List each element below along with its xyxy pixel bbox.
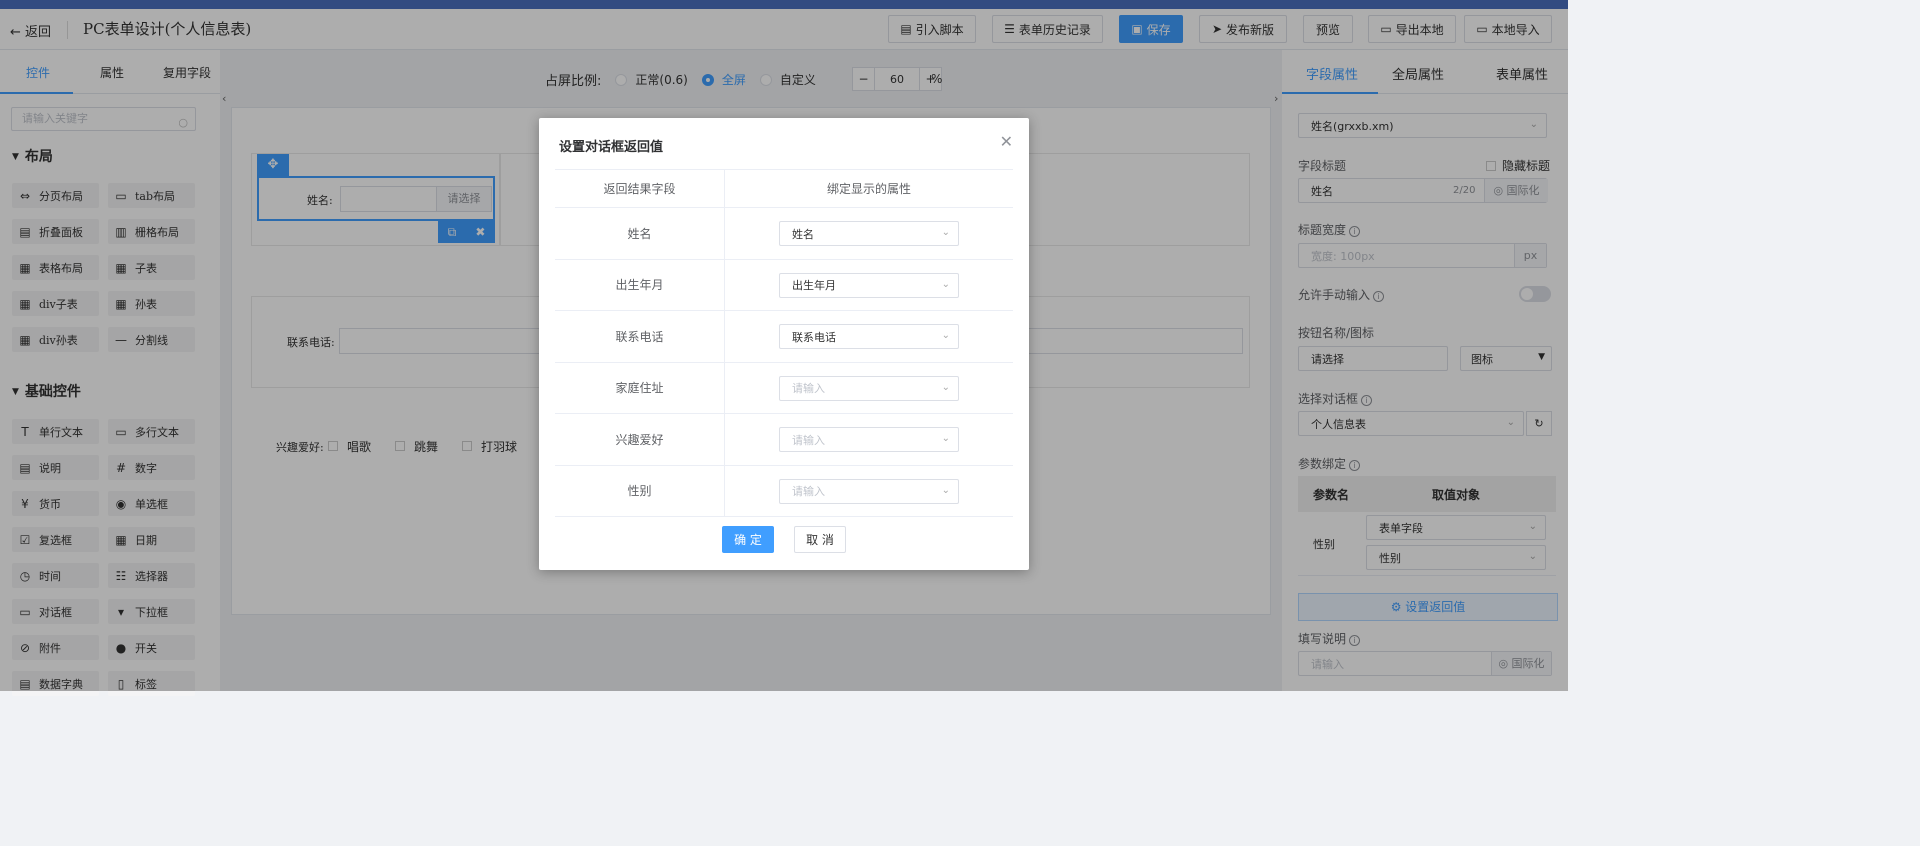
header-bind-property: 绑定显示的属性 — [826, 182, 911, 196]
table-row: 姓名 姓名 ⌄ — [555, 208, 1013, 260]
chevron-down-icon: ⌄ — [941, 484, 950, 496]
chevron-down-icon: ⌄ — [941, 278, 950, 290]
dialog-title: 设置对话框返回值 — [559, 140, 664, 155]
chevron-down-icon: ⌄ — [941, 433, 950, 444]
bind-property-select[interactable]: 姓名 ⌄ — [779, 221, 959, 246]
confirm-button[interactable]: 确 定 — [722, 526, 774, 553]
bind-property-select[interactable]: 请输入 ⌄ — [779, 478, 959, 504]
table-row: 性别 请输入 ⌄ — [555, 465, 1013, 517]
return-field-name: 兴趣爱好 — [555, 414, 725, 465]
table-row: 联系电话 联系电话 ⌄ — [555, 311, 1013, 363]
bind-property-select[interactable]: 请输入 ⌄ — [779, 427, 959, 452]
return-value-table: 返回结果字段 绑定显示的属性 姓名 姓名 ⌄ 出生年月 出生年月 ⌄ 联系电话 联系… — [555, 169, 1013, 517]
close-icon[interactable]: ✕ — [1000, 132, 1013, 151]
return-field-name: 联系电话 — [555, 311, 725, 362]
table-row: 家庭住址 请输入 ⌄ — [555, 362, 1013, 414]
bind-property-select[interactable]: 联系电话 ⌄ — [779, 324, 959, 349]
return-field-name: 家庭住址 — [555, 362, 725, 413]
cancel-button[interactable]: 取 消 — [794, 526, 846, 553]
bind-property-select[interactable]: 出生年月 ⌄ — [779, 272, 959, 298]
return-field-name: 姓名 — [555, 208, 725, 259]
chevron-down-icon: ⌄ — [941, 381, 950, 393]
table-header-row: 返回结果字段 绑定显示的属性 — [555, 170, 1013, 208]
chevron-down-icon: ⌄ — [941, 227, 950, 238]
table-row: 出生年月 出生年月 ⌄ — [555, 259, 1013, 311]
bind-property-select[interactable]: 请输入 ⌄ — [779, 375, 959, 401]
return-value-dialog: 设置对话框返回值 ✕ 返回结果字段 绑定显示的属性 姓名 姓名 ⌄ 出生年月 出生… — [539, 118, 1029, 570]
header-return-field: 返回结果字段 — [555, 170, 725, 207]
table-row: 兴趣爱好 请输入 ⌄ — [555, 414, 1013, 466]
return-field-name: 出生年月 — [555, 259, 725, 310]
return-field-name: 性别 — [555, 465, 725, 516]
chevron-down-icon: ⌄ — [941, 330, 950, 341]
